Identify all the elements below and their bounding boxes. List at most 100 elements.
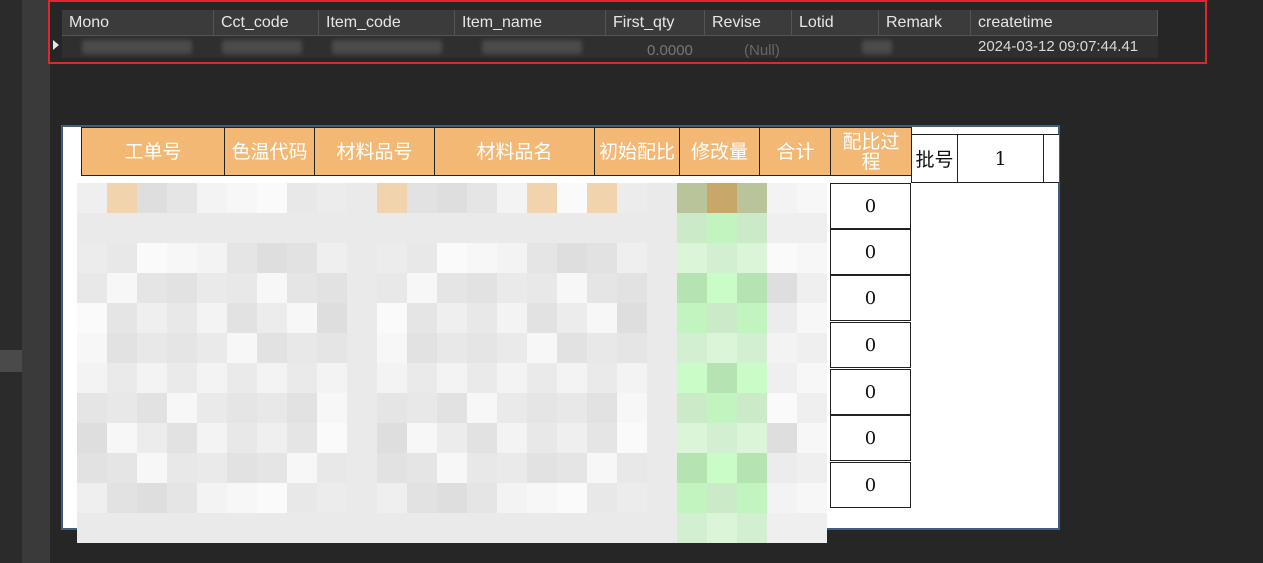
redacted-pixel [137,393,167,423]
redacted-pixel [437,423,467,453]
redacted-pixel [587,183,617,213]
redacted-pixel [587,333,617,363]
redacted-pixel [797,243,827,273]
redacted-pixel [197,243,227,273]
redacted-pixel [377,453,407,483]
redacted-pixel [227,273,257,303]
column-header-lotid[interactable]: Lotid [792,10,879,35]
column-header-createtime[interactable]: createtime [971,10,1158,35]
redacted-pixel [167,183,197,213]
result-grid[interactable]: Mono Cct_code Item_code Item_name First_… [62,10,1158,59]
redacted-pixel [347,243,377,273]
redacted-pixel [107,393,137,423]
column-header-item-name[interactable]: Item_name [455,10,606,35]
redacted-pixel [137,183,167,213]
redacted-pixel [737,303,767,333]
redacted-pixel [467,513,497,543]
redacted-pixel [197,333,227,363]
redacted-pixel [167,513,197,543]
redacted-pixel [227,303,257,333]
redacted-pixel [257,393,287,423]
splitter-handle[interactable] [0,350,22,372]
redacted-pixel [167,273,197,303]
redacted-pixel [227,513,257,543]
redacted-pixel [377,423,407,453]
redacted-pixel [677,363,707,393]
redacted-pixel [407,393,437,423]
redacted-pixel [677,213,707,243]
column-header-remark[interactable]: Remark [879,10,971,35]
ratio-process-cell: 0 [830,322,911,368]
redacted-pixel [257,273,287,303]
column-header-item-code[interactable]: Item_code [319,10,455,35]
redacted-pixel [527,513,557,543]
redacted-pixel [287,423,317,453]
redacted-pixel [497,513,527,543]
redacted-pixel [197,453,227,483]
redacted-pixel [407,273,437,303]
redacted-pixel [767,363,797,393]
redacted-pixel [617,273,647,303]
redacted-pixel [347,213,377,243]
redacted-pixel [257,483,287,513]
header-material-code: 材料品号 [314,127,435,176]
redacted-table-body [77,183,827,543]
redacted-pixel [467,423,497,453]
redacted-pixel [617,423,647,453]
redacted-pixel [437,453,467,483]
column-header-mono[interactable]: Mono [62,10,214,35]
redacted-pixel [467,213,497,243]
redacted-pixel [797,393,827,423]
redacted-pixel [647,273,677,303]
redacted-pixel [587,513,617,543]
redacted-pixel [197,183,227,213]
redacted-pixel [197,483,227,513]
redacted-pixel [77,423,107,453]
table-row[interactable]: 0.0000 (Null) 2024-03-12 09:07:44.41 [62,36,1158,59]
redacted-pixel [257,213,287,243]
redacted-pixel [557,393,587,423]
redacted-item-name [482,40,582,54]
redacted-pixel [137,423,167,453]
redacted-pixel [347,183,377,213]
redacted-pixel [317,213,347,243]
redacted-pixel [287,183,317,213]
redacted-pixel [707,273,737,303]
redacted-pixel [557,363,587,393]
redacted-pixel [557,513,587,543]
redacted-pixel [707,243,737,273]
redacted-pixel [287,363,317,393]
redacted-pixel [707,423,737,453]
redacted-pixel [167,333,197,363]
redacted-pixel [617,393,647,423]
redacted-pixel [767,183,797,213]
redacted-pixel [557,333,587,363]
redacted-pixel [737,273,767,303]
header-color-temp-code: 色温代码 [224,127,315,176]
redacted-pixel [497,423,527,453]
redacted-pixel [287,453,317,483]
redacted-pixel [497,333,527,363]
redacted-pixel [107,333,137,363]
redacted-pixel [317,273,347,303]
column-header-first-qty[interactable]: First_qty [606,10,705,35]
redacted-pixel [557,303,587,333]
column-header-revise[interactable]: Revise [705,10,792,35]
redacted-pixel [467,393,497,423]
redacted-pixel [497,183,527,213]
redacted-pixel [617,243,647,273]
redacted-pixel [167,453,197,483]
redacted-pixel [797,333,827,363]
redacted-pixel [677,453,707,483]
column-header-cct-code[interactable]: Cct_code [214,10,319,35]
batch-label: 批号 [911,134,958,183]
redacted-pixel [167,243,197,273]
header-initial-ratio: 初始配比 [594,127,680,176]
redacted-pixel [647,513,677,543]
redacted-pixel [767,303,797,333]
redacted-pixel [377,483,407,513]
redacted-pixel [617,513,647,543]
redacted-pixel [287,303,317,333]
redacted-pixel [497,363,527,393]
redacted-pixel [647,363,677,393]
